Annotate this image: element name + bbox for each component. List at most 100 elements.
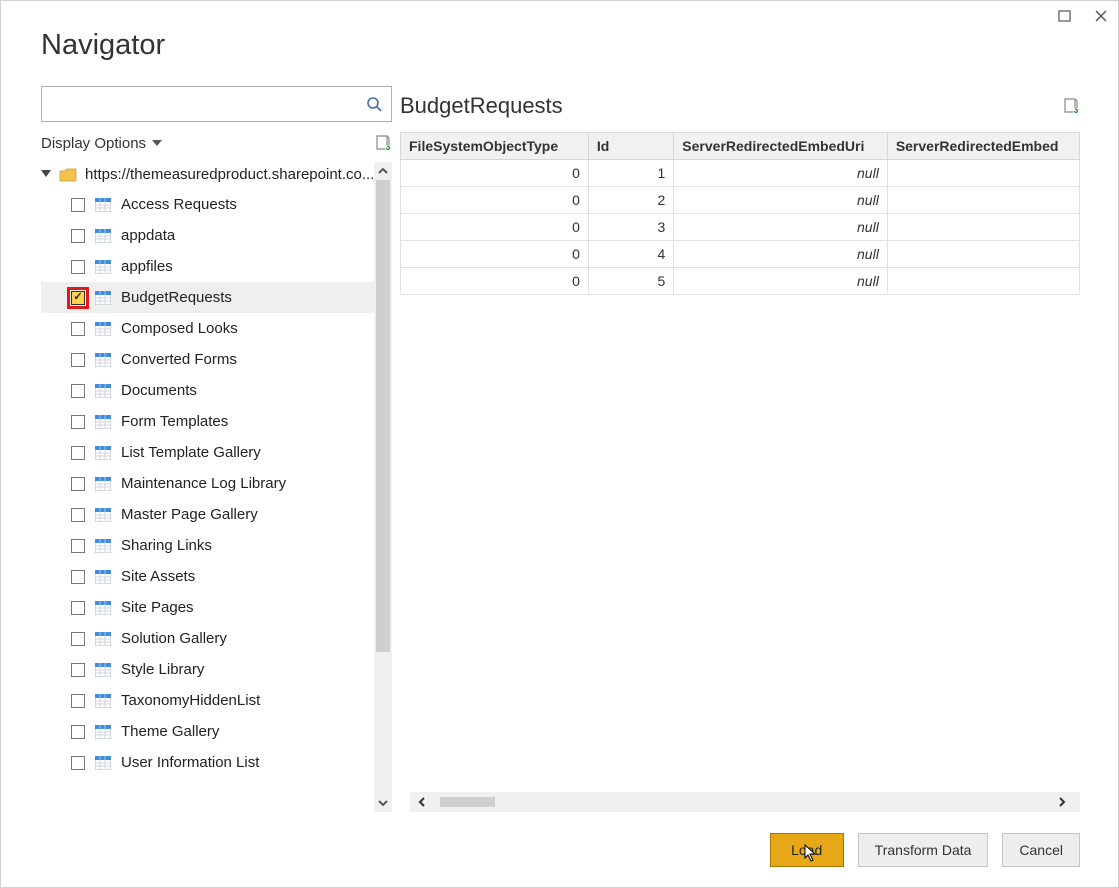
folder-icon [59,168,77,182]
tree-item[interactable]: Maintenance Log Library [41,468,374,499]
tree-item-checkbox[interactable] [71,725,85,739]
table-icon [95,446,111,460]
refresh-preview-icon[interactable] [1062,97,1080,115]
search-icon[interactable] [365,95,383,113]
tree-item-checkbox[interactable] [71,570,85,584]
tree-item-checkbox[interactable] [71,477,85,491]
table-cell: 1 [588,160,673,187]
tree-item-label: Sharing Links [121,537,212,554]
tree-root[interactable]: https://themeasuredproduct.sharepoint.co… [41,162,374,187]
tree-vertical-scrollbar[interactable] [374,162,392,812]
display-options-dropdown[interactable]: Display Options [41,135,162,152]
tree-item-checkbox[interactable] [71,663,85,677]
close-icon[interactable] [1094,9,1108,23]
tree-item-checkbox[interactable] [71,260,85,274]
table-icon [95,725,111,739]
tree-item[interactable]: Site Pages [41,592,374,623]
tree-item-checkbox[interactable] [71,384,85,398]
tree-item-checkbox[interactable] [71,446,85,460]
tree-item-label: Access Requests [121,196,237,213]
table-row[interactable]: 04null [401,241,1080,268]
tree-item[interactable]: TaxonomyHiddenList [41,685,374,716]
search-input[interactable] [50,95,365,113]
tree-item[interactable]: Form Templates [41,406,374,437]
table-icon [95,601,111,615]
scroll-right-icon[interactable] [1056,796,1074,808]
preview-horizontal-scrollbar[interactable] [410,792,1080,812]
table-row[interactable]: 01null [401,160,1080,187]
refresh-icon[interactable] [374,134,392,152]
tree-item[interactable]: Solution Gallery [41,623,374,654]
tree-item-label: appdata [121,227,175,244]
table-icon [95,663,111,677]
tree-item[interactable]: User Information List [41,747,374,778]
hscroll-thumb[interactable] [440,797,495,807]
tree-item-label: Site Pages [121,599,194,616]
tree-item-checkbox[interactable] [71,415,85,429]
table-icon [95,539,111,553]
tree-item[interactable]: Sharing Links [41,530,374,561]
tree-item[interactable]: Access Requests [41,189,374,220]
search-box[interactable] [41,86,392,122]
table-cell: 0 [401,187,589,214]
tree-item[interactable]: List Template Gallery [41,437,374,468]
table-icon [95,198,111,212]
navigator-left-pane: Display Options https://themeasuredprodu… [41,86,392,812]
scroll-thumb[interactable] [376,180,390,652]
column-header[interactable]: FileSystemObjectType [401,133,589,160]
tree-item[interactable]: Theme Gallery [41,716,374,747]
tree-item-checkbox[interactable] [71,632,85,646]
chevron-down-icon [152,138,162,148]
cancel-button[interactable]: Cancel [1002,833,1080,867]
tree-item-label: Theme Gallery [121,723,219,740]
tree-item-checkbox[interactable] [71,322,85,336]
table-cell [887,241,1079,268]
tree-item-checkbox[interactable] [71,508,85,522]
table-row[interactable]: 05null [401,268,1080,295]
table-icon [95,756,111,770]
collapse-icon[interactable] [41,170,51,180]
tree-item-checkbox[interactable] [71,198,85,212]
tree-item-checkbox[interactable] [71,756,85,770]
load-button[interactable]: Load [770,833,844,867]
table-cell: 0 [401,241,589,268]
preview-title: BudgetRequests [400,93,563,119]
preview-table[interactable]: FileSystemObjectTypeIdServerRedirectedEm… [400,132,1080,295]
tree-item[interactable]: appfiles [41,251,374,282]
tree-item-label: Site Assets [121,568,195,585]
column-header[interactable]: ServerRedirectedEmbedUri [674,133,888,160]
tree-item-checkbox[interactable] [71,229,85,243]
table-icon [95,632,111,646]
tree-item[interactable]: Master Page Gallery [41,499,374,530]
tree-item[interactable]: Documents [41,375,374,406]
tree-item[interactable]: Converted Forms [41,344,374,375]
tree-root-label: https://themeasuredproduct.sharepoint.co… [85,166,374,183]
maximize-icon[interactable] [1058,9,1072,23]
scroll-up-icon[interactable] [374,162,392,180]
table-icon [95,229,111,243]
table-row[interactable]: 03null [401,214,1080,241]
transform-data-button[interactable]: Transform Data [858,833,989,867]
table-icon [95,694,111,708]
scroll-down-icon[interactable] [374,794,392,812]
tree-item-checkbox[interactable] [71,601,85,615]
tree-item-checkbox[interactable] [71,694,85,708]
tree-item[interactable]: appdata [41,220,374,251]
tree-item-checkbox[interactable] [71,353,85,367]
tree-item-label: TaxonomyHiddenList [121,692,260,709]
tree-item-checkbox[interactable] [71,539,85,553]
column-header[interactable]: Id [588,133,673,160]
preview-pane: BudgetRequests FileSystemObjectTypeIdSer… [400,86,1080,812]
scroll-left-icon[interactable] [416,796,434,808]
tree-item-checkbox[interactable] [71,291,85,305]
navigator-tree[interactable]: https://themeasuredproduct.sharepoint.co… [41,162,374,812]
tree-item[interactable]: Style Library [41,654,374,685]
tree-item-label: Composed Looks [121,320,238,337]
column-header[interactable]: ServerRedirectedEmbed [887,133,1079,160]
tree-item[interactable]: Site Assets [41,561,374,592]
table-cell: null [674,214,888,241]
table-row[interactable]: 02null [401,187,1080,214]
tree-item-label: User Information List [121,754,259,771]
tree-item[interactable]: Composed Looks [41,313,374,344]
tree-item[interactable]: BudgetRequests [41,282,374,313]
